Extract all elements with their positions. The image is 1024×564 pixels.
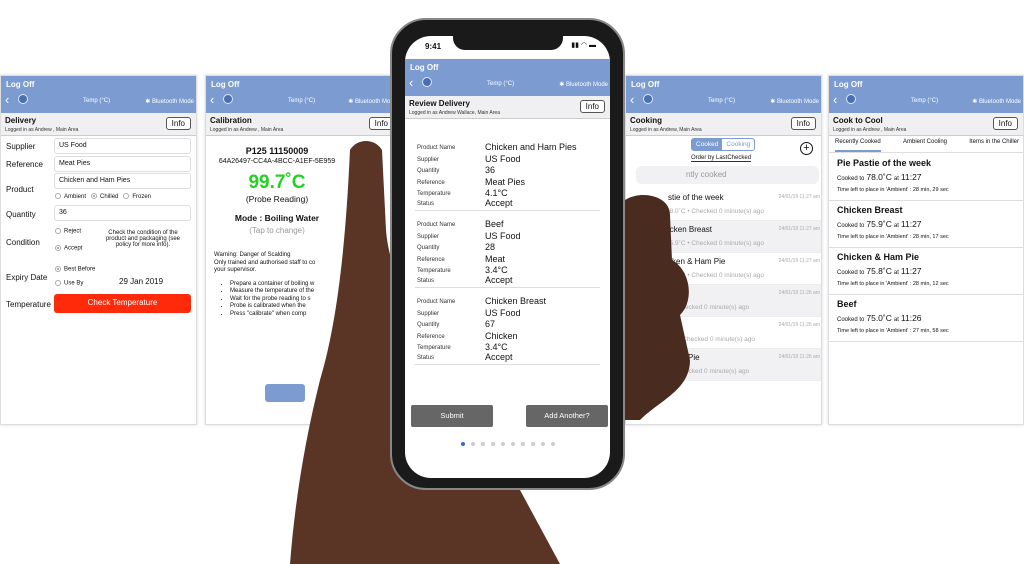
field-value: Accept [485,352,513,362]
field-label: Status [417,278,435,284]
field-label: Reference [417,257,445,263]
field-label: Temperature [417,191,451,197]
field-value: Accept [485,275,513,285]
page-dot[interactable] [530,442,535,446]
field-label: Product Name [417,299,456,305]
clock: 9:41 [425,42,442,51]
delivery-item: Product Name Chicken Breast Supplier US Foo… [415,288,600,365]
field-label: Status [417,201,435,207]
field-value: Meat [485,254,506,264]
log-off-button[interactable]: Log Off [410,63,438,72]
field-value: US Food [485,231,521,241]
page-dot[interactable] [500,442,505,446]
field-label: Quantity [417,245,440,251]
field-value: 67 [485,319,496,329]
app-header: Log Off ‹ Temp (°C) ✱ Bluetooth Mode [405,59,610,96]
page-dot[interactable] [550,442,555,446]
field-value: Meat Pies [485,177,526,187]
field-value: US Food [485,154,521,164]
field-value: 4.1°C [485,188,508,198]
field-label: Temperature [417,268,451,274]
field-label: Temperature [417,345,451,351]
field-value: Chicken Breast [485,296,547,306]
notch [453,36,563,50]
field-value: 3.4°C [485,342,508,352]
page-dot[interactable] [540,442,545,446]
signal-wifi-battery-icon: ▮▮ ◠ ▬ [571,42,596,49]
delivery-item: Product Name Chicken and Ham Pies Supplier… [415,134,600,211]
field-value: Beef [485,219,504,229]
field-value: US Food [485,308,521,318]
page-indicator[interactable] [405,433,610,451]
field-value: Chicken [485,331,518,341]
field-label: Quantity [417,322,440,328]
field-value: 3.4°C [485,265,508,275]
field-value: 36 [485,165,496,175]
phone-device: 9:41 ▮▮ ◠ ▬ Log Off ‹ Temp (°C) ✱ Blueto… [390,18,625,490]
page-title: Review Delivery [409,99,470,108]
logged-in-text: Logged in as Andrew Wallace, Main Area [409,110,500,116]
field-label: Status [417,355,435,361]
field-label: Supplier [417,234,440,240]
field-label: Supplier [417,311,440,317]
field-value: 28 [485,242,496,252]
field-label: Product Name [417,145,456,151]
field-label: Reference [417,334,445,340]
field-label: Quantity [417,168,440,174]
field-label: Supplier [417,157,440,163]
field-value: Chicken and Ham Pies [485,142,577,152]
page-dot[interactable] [510,442,515,446]
submit-button[interactable]: Submit [411,405,493,427]
comark-logo [422,77,432,87]
field-label: Product Name [417,222,456,228]
page-dot[interactable] [460,442,465,446]
delivery-item: Product Name Beef Supplier US Food Quantity 2… [415,211,600,288]
bluetooth-mode-button[interactable]: ✱ Bluetooth Mode [559,81,608,88]
page-dot[interactable] [490,442,495,446]
info-button[interactable]: Info [579,100,605,113]
add-another-button[interactable]: Add Another? [526,405,608,427]
temp-unit-button[interactable]: Temp (°C) [487,81,514,87]
page-dot[interactable] [470,442,475,446]
field-value: Accept [485,198,513,208]
page-dot[interactable] [480,442,485,446]
review-delivery-screen: 9:41 ▮▮ ◠ ▬ Log Off ‹ Temp (°C) ✱ Blueto… [405,36,610,478]
field-label: Reference [417,180,445,186]
page-dot[interactable] [520,442,525,446]
back-icon[interactable]: ‹ [409,75,413,90]
bluetooth-icon: ✱ [559,82,566,88]
